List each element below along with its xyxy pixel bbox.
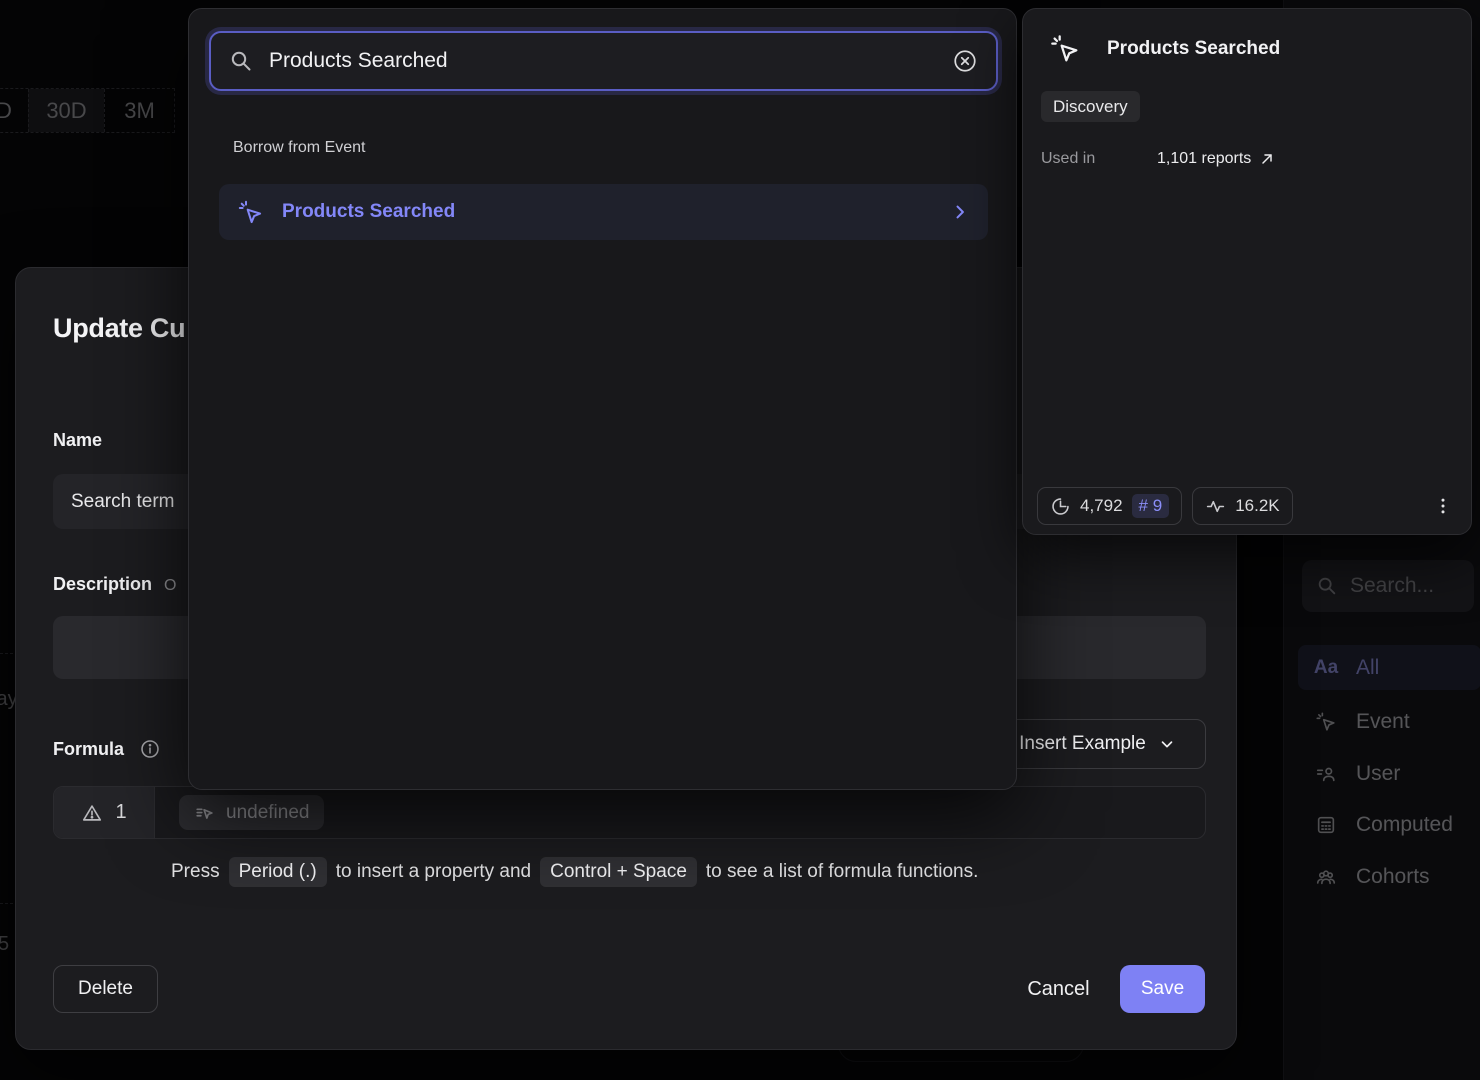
queries-value: 4,792 (1080, 496, 1123, 516)
used-in-row: Used in 1,101 reports (1041, 150, 1441, 168)
modal-title: Update Cu (53, 313, 185, 344)
warning-icon (81, 802, 103, 824)
used-in-value[interactable]: 1,101 reports (1157, 150, 1275, 168)
category-chip: Discovery (1041, 91, 1140, 122)
formula-label-row: Formula (53, 738, 161, 760)
cancel-button[interactable]: Cancel (1011, 965, 1106, 1013)
info-icon[interactable] (139, 738, 161, 760)
external-link-icon (1259, 151, 1275, 167)
formula-undefined-chip[interactable]: undefined (179, 795, 324, 830)
kbd-period: Period (.) (229, 857, 327, 887)
section-label: Borrow from Event (233, 139, 365, 157)
event-details-panel: Products Searched Discovery Used in 1,10… (1022, 8, 1472, 535)
delete-button[interactable]: Delete (53, 965, 158, 1013)
search-result-products-searched[interactable]: Products Searched (219, 184, 988, 240)
description-label-row: Description O (53, 574, 176, 595)
formula-error-counter[interactable]: 1 (54, 787, 155, 838)
save-button[interactable]: Save (1120, 965, 1205, 1013)
kbd-control-space: Control + Space (540, 857, 697, 887)
event-property-icon (194, 802, 216, 824)
volume-stat-pill[interactable]: 16.2K (1192, 487, 1292, 525)
description-optional-label: O (164, 577, 176, 595)
queries-stat-pill[interactable]: 4,792 # 9 (1037, 487, 1182, 525)
rank-badge: # 9 (1132, 494, 1170, 518)
event-cursor-icon (1049, 33, 1081, 65)
clear-search-icon[interactable] (952, 48, 978, 74)
result-label: Products Searched (282, 201, 932, 223)
property-search-dropdown: Borrow from Event Products Searched (188, 8, 1017, 790)
formula-input[interactable]: 1 undefined (53, 786, 1206, 839)
panel-header: Products Searched (1049, 33, 1280, 65)
event-cursor-icon (237, 199, 264, 226)
name-label: Name (53, 430, 102, 451)
app-root: D 30D 3M lay 5 Search... Aa All (0, 0, 1480, 1080)
panel-title: Products Searched (1107, 38, 1280, 60)
formula-label: Formula (53, 739, 124, 760)
used-in-label: Used in (1041, 150, 1157, 168)
pie-chart-icon (1050, 496, 1071, 517)
kebab-menu-icon[interactable] (1429, 492, 1457, 520)
chevron-down-icon (1158, 735, 1176, 753)
insert-example-button[interactable]: Insert Example (989, 719, 1206, 769)
description-label: Description (53, 574, 152, 595)
formula-hint: Press Period (.) to insert a property an… (171, 857, 978, 887)
search-input[interactable] (269, 49, 936, 73)
volume-value: 16.2K (1235, 496, 1279, 516)
chevron-right-icon (950, 202, 970, 222)
search-icon (229, 49, 253, 73)
formula-error-count: 1 (115, 801, 126, 824)
stats-row: 4,792 # 9 16.2K (1037, 487, 1457, 525)
search-field (209, 31, 998, 91)
activity-pulse-icon (1205, 496, 1226, 517)
